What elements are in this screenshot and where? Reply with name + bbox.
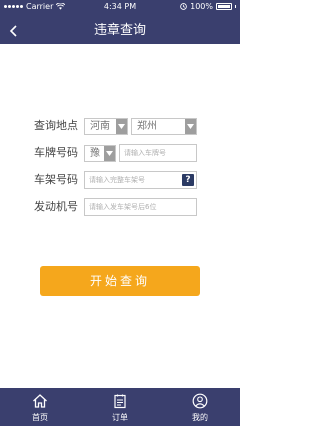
vin-placeholder: 请输入完整车架号: [89, 176, 145, 184]
bottom-tab-bar: 首页 订单 我的: [0, 388, 240, 426]
tab-profile-label: 我的: [192, 413, 208, 422]
plate-prefix-value: 豫: [90, 148, 100, 159]
engine-row: 发动机号 请输入发车架号后6位: [0, 197, 240, 217]
plate-prefix-select[interactable]: 豫: [84, 145, 116, 162]
engine-number-input[interactable]: 请输入发车架号后6位: [84, 198, 197, 216]
battery-nub: [235, 5, 236, 8]
vin-row: 车架号码 请输入完整车架号 ?: [0, 170, 240, 190]
battery-percent: 100%: [190, 2, 213, 11]
vin-input[interactable]: 请输入完整车架号 ?: [84, 171, 197, 189]
status-bar: Carrier 4:34 PM 100%: [0, 0, 240, 14]
tab-orders[interactable]: 订单: [80, 388, 160, 426]
city-value: 郑州: [137, 121, 157, 132]
query-form: 查询地点 河南 郑州 车牌号码 豫 请输入车牌号 车架号码 请输入完整车架号 ?: [0, 44, 240, 388]
plate-row: 车牌号码 豫 请输入车牌号: [0, 143, 240, 163]
status-right: 100%: [180, 2, 236, 11]
chevron-down-icon: [185, 119, 196, 134]
plate-number-input[interactable]: 请输入车牌号: [119, 144, 197, 162]
clock-icon: [180, 3, 187, 10]
battery-icon: [216, 3, 232, 10]
chevron-down-icon: [104, 146, 115, 161]
start-query-button[interactable]: 开始查询: [40, 266, 200, 296]
province-value: 河南: [90, 121, 110, 132]
top-header: Carrier 4:34 PM 100% 违章查询: [0, 0, 240, 44]
location-label: 查询地点: [34, 119, 78, 132]
province-select[interactable]: 河南: [84, 118, 128, 135]
engine-label: 发动机号: [34, 200, 78, 213]
location-row: 查询地点 河南 郑州: [0, 116, 240, 136]
city-select[interactable]: 郑州: [131, 118, 197, 135]
profile-icon: [192, 393, 208, 409]
chevron-down-icon: [116, 119, 127, 134]
help-icon[interactable]: ?: [182, 174, 194, 186]
order-icon: [114, 394, 126, 409]
page-title: 违章查询: [93, 23, 146, 38]
plate-label: 车牌号码: [34, 146, 78, 159]
tab-profile[interactable]: 我的: [160, 388, 240, 426]
tab-home[interactable]: 首页: [0, 388, 80, 426]
tab-home-label: 首页: [32, 413, 48, 422]
home-icon: [33, 394, 47, 408]
tab-orders-label: 订单: [112, 413, 128, 422]
vin-label: 车架号码: [34, 173, 78, 186]
